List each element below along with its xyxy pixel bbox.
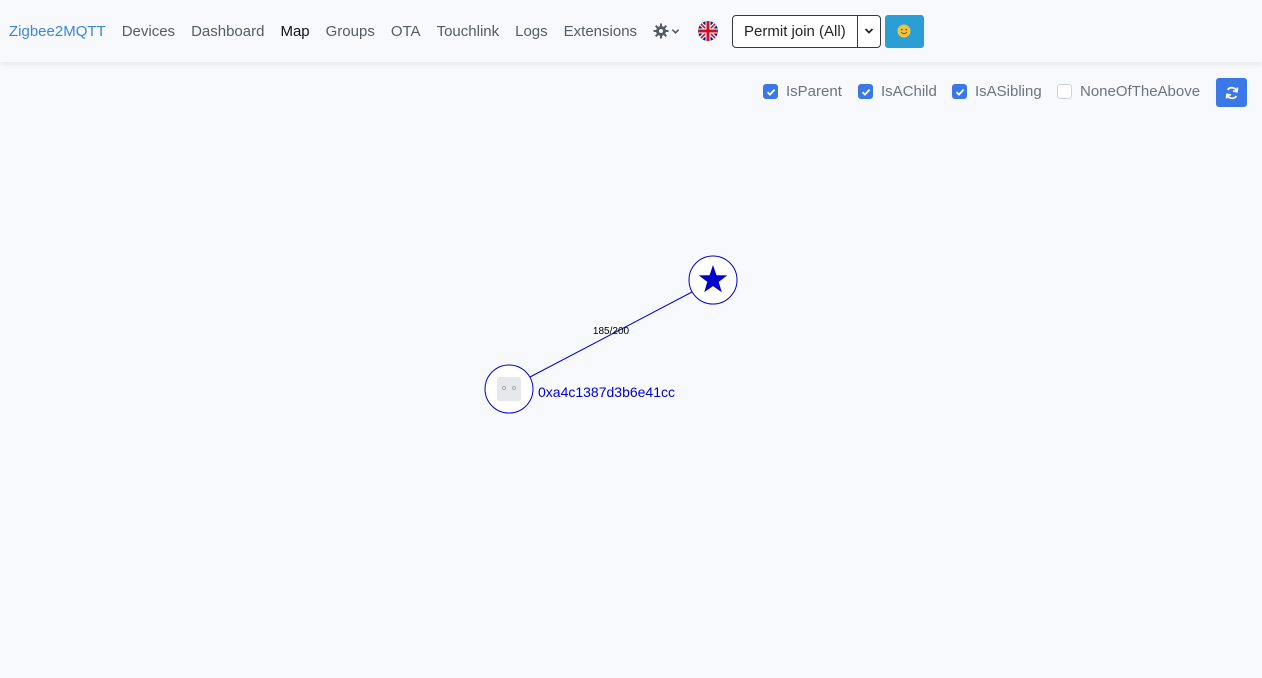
isparent-label: IsParent <box>786 83 842 100</box>
map-filter-bar: IsParent IsAChild IsASibling NoneOfTheAb… <box>0 78 1262 108</box>
noneoftheabove-checkbox[interactable] <box>1057 84 1072 99</box>
chevron-down-icon <box>864 28 873 34</box>
isparent-checkbox[interactable] <box>763 84 778 99</box>
refresh-icon <box>1225 86 1238 99</box>
brand-link[interactable]: Zigbee2MQTT <box>9 23 106 40</box>
refresh-map-button[interactable] <box>1216 78 1247 107</box>
isasibling-label: IsASibling <box>975 83 1042 100</box>
nav-link-dashboard[interactable]: Dashboard <box>183 23 272 40</box>
nav-link-extensions[interactable]: Extensions <box>556 23 645 40</box>
nav-link-touchlink[interactable]: Touchlink <box>429 23 508 40</box>
filter-noneoftheabove[interactable]: NoneOfTheAbove <box>1057 83 1200 100</box>
filter-isachild[interactable]: IsAChild <box>858 83 937 100</box>
isachild-checkbox[interactable] <box>858 84 873 99</box>
isachild-label: IsAChild <box>881 83 937 100</box>
device-label[interactable]: 0xa4c1387d3b6e41cc <box>538 384 675 400</box>
network-link <box>529 291 693 378</box>
nav-link-ota[interactable]: OTA <box>383 23 429 40</box>
device-node[interactable] <box>484 364 534 414</box>
smiley-sun-icon <box>897 24 911 38</box>
isasibling-checkbox[interactable] <box>952 84 967 99</box>
noneoftheabove-label: NoneOfTheAbove <box>1080 83 1201 100</box>
gear-icon <box>653 23 669 39</box>
filter-isparent[interactable]: IsParent <box>763 83 842 100</box>
nav-link-devices[interactable]: Devices <box>114 23 183 40</box>
navbar: Zigbee2MQTT Devices Dashboard Map Groups… <box>0 0 1262 62</box>
filter-isasibling[interactable]: IsASibling <box>952 83 1042 100</box>
coordinator-node[interactable] <box>688 255 738 305</box>
theme-toggle-button[interactable] <box>884 14 924 48</box>
link-quality-label: 185/200 <box>593 326 630 337</box>
settings-dropdown[interactable] <box>653 23 680 39</box>
nav-links: Devices Dashboard Map Groups OTA Touchli… <box>114 23 645 40</box>
uk-flag-icon[interactable] <box>698 21 719 41</box>
nav-link-groups[interactable]: Groups <box>318 23 383 40</box>
permit-join-dropdown-toggle[interactable] <box>856 15 880 47</box>
chevron-down-icon <box>671 28 680 34</box>
nav-link-logs[interactable]: Logs <box>507 23 556 40</box>
nav-link-map[interactable]: Map <box>272 23 317 40</box>
permit-join-button[interactable]: Permit join (All) <box>733 16 857 47</box>
permit-join-group: Permit join (All) <box>732 14 881 48</box>
device-image-icon <box>497 377 521 401</box>
